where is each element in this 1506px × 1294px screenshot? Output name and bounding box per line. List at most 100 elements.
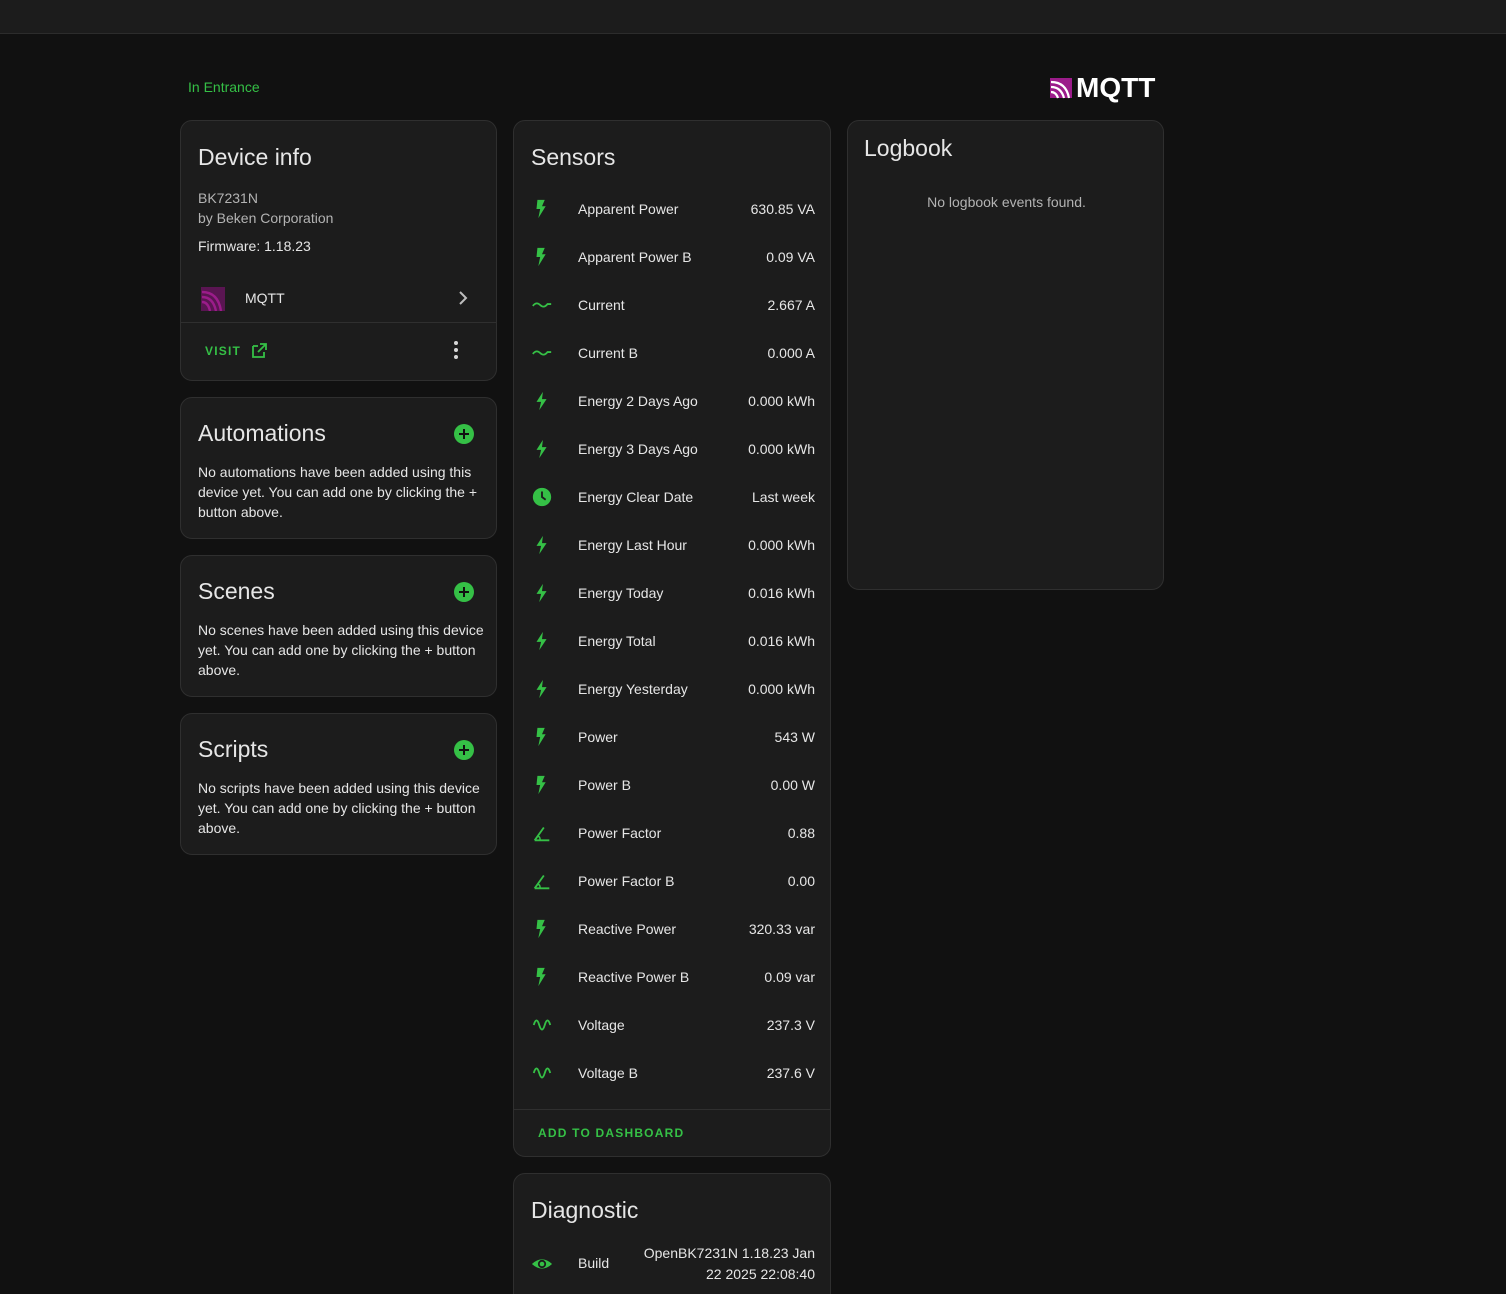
sensor-value: 0.00 W [770,777,815,793]
sensor-row[interactable]: Energy Total 0.016 kWh [514,618,830,666]
sensor-row[interactable]: Voltage B 237.6 V [514,1050,830,1098]
diagnostic-card: Diagnostic Build OpenBK7231N 1.18.23 Jan… [513,1173,831,1294]
clock-icon [532,487,552,507]
integration-row-mqtt[interactable]: MQTT [181,276,496,322]
automations-title: Automations [198,420,326,446]
device-model: BK7231N [198,190,258,206]
sensor-row[interactable]: Voltage 237.3 V [514,1002,830,1050]
flash-icon [536,247,546,267]
sensor-value: 0.09 var [764,969,815,985]
device-info-card: Device info BK7231N by Beken Corporation… [180,120,497,381]
sensor-name: Apparent Power [578,201,679,217]
flash-icon [536,919,546,939]
sensor-value: 0.000 A [767,345,816,361]
sensor-value: 0.09 VA [766,249,815,265]
sensor-name: Energy Total [578,633,656,649]
logbook-card: Logbook No logbook events found. [847,120,1164,590]
brand-name: MQTT [1076,72,1156,103]
sensor-name: Power [578,729,618,745]
sensors-card: Sensors Apparent Power 630.85 VA Apparent … [513,120,831,1157]
sensor-name: Current [578,297,625,313]
diagnostic-value: OpenBK7231N 1.18.23 Jan 22 2025 22:08:40 [643,1245,815,1282]
sensor-value: 0.000 kWh [748,681,815,697]
sensor-row[interactable]: Power 543 W [514,714,830,762]
automations-description: No automations have been added using thi… [198,464,478,520]
sensor-name: Voltage [578,1017,625,1033]
sensor-row[interactable]: Energy 2 Days Ago 0.000 kWh [514,378,830,426]
diagnostic-name: Build [578,1255,610,1271]
eye-icon [531,1259,553,1269]
flash-icon [536,727,546,747]
sensor-value: 630.85 VA [750,201,815,217]
more-vert-icon[interactable] [451,340,461,360]
current-ac-icon [532,350,552,356]
sensor-name: Apparent Power B [578,249,692,265]
sensor-list: Apparent Power 630.85 VA Apparent Power B 0… [514,186,830,1098]
sensor-row[interactable]: Energy Yesterday 0.000 kWh [514,666,830,714]
sensor-name: Energy 2 Days Ago [578,393,698,409]
mqtt-icon [201,287,225,311]
chevron-right-icon [459,291,468,305]
sensor-row[interactable]: Apparent Power 630.85 VA [514,186,830,234]
current-ac-icon [532,302,552,308]
add-scene-icon[interactable] [454,582,474,602]
scenes-title: Scenes [198,578,275,604]
sensor-row[interactable]: Reactive Power B 0.09 var [514,954,830,1002]
scripts-card: Scripts No scripts have been added using… [180,713,497,855]
sensor-name: Voltage B [578,1065,638,1081]
diagnostic-row-build[interactable]: Build OpenBK7231N 1.18.23 Jan 22 2025 22… [514,1239,830,1289]
open-in-new-icon [252,343,267,358]
sensor-row[interactable]: Power B 0.00 W [514,762,830,810]
sensor-name: Energy Yesterday [578,681,688,697]
sensor-row[interactable]: Energy Today 0.016 kWh [514,570,830,618]
sensor-row[interactable]: Energy Last Hour 0.000 kWh [514,522,830,570]
sine-wave-icon [532,1019,552,1031]
mqtt-logo-icon [1050,78,1072,99]
sensor-value: 2.667 A [767,297,816,313]
sensor-row[interactable]: Energy 3 Days Ago 0.000 kWh [514,426,830,474]
sensor-value: 0.016 kWh [748,633,815,649]
lightning-icon [536,535,547,555]
sensor-row[interactable]: Current B 0.000 A [514,330,830,378]
add-to-dashboard-button[interactable]: ADD TO DASHBOARD [538,1126,684,1140]
scripts-title: Scripts [198,736,269,762]
sensor-name: Energy Clear Date [578,489,694,505]
sensor-row[interactable]: Energy Clear Date Last week [514,474,830,522]
add-automation-icon[interactable] [454,424,474,444]
device-info-title: Device info [198,144,312,170]
sensor-name: Power B [578,777,631,793]
visit-button[interactable]: VISIT [205,343,267,359]
flash-icon [536,199,546,219]
flash-icon [536,775,546,795]
top-bar [0,0,1506,34]
sensor-name: Power Factor [578,825,662,841]
sensor-name: Reactive Power B [578,969,690,985]
add-script-icon[interactable] [454,740,474,760]
lightning-icon [536,679,547,699]
sensor-value: 237.6 V [766,1065,815,1081]
sensor-name: Energy 3 Days Ago [578,441,698,457]
area-link[interactable]: In Entrance [188,79,260,95]
lightning-icon [536,391,547,411]
sensor-value: 237.3 V [766,1017,815,1033]
sensor-name: Energy Today [578,585,664,601]
sensor-row[interactable]: Power Factor B 0.00 [514,858,830,906]
logbook-title: Logbook [864,135,953,161]
sensors-title: Sensors [531,144,616,170]
sensor-row[interactable]: Apparent Power B 0.09 VA [514,234,830,282]
integration-label: MQTT [245,290,285,306]
sensor-row[interactable]: Reactive Power 320.33 var [514,906,830,954]
flash-icon [536,967,546,987]
angle-icon [533,874,550,890]
sensor-value: 0.016 kWh [748,585,815,601]
diagnostic-title: Diagnostic [531,1197,639,1223]
sine-wave-icon [532,1067,552,1079]
sensor-row[interactable]: Power Factor 0.88 [514,810,830,858]
device-firmware: Firmware: 1.18.23 [198,238,311,254]
sensor-value: 320.33 var [748,921,815,937]
lightning-icon [536,631,547,651]
logbook-empty-message: No logbook events found. [927,194,1086,210]
sensor-value: 0.000 kWh [748,393,815,409]
sensor-row[interactable]: Current 2.667 A [514,282,830,330]
lightning-icon [536,439,547,459]
